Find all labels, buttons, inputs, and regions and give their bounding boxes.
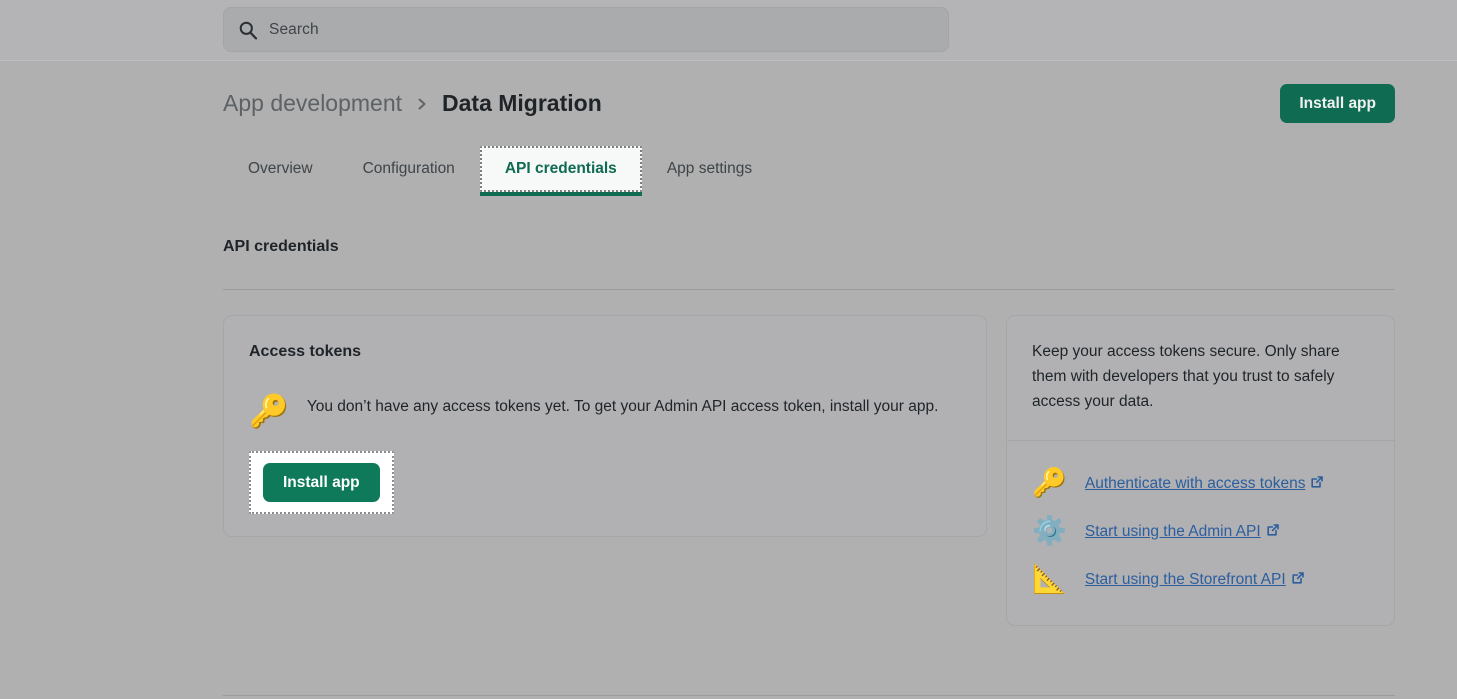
install-app-button-focus-ring: Install app [249,451,394,514]
tab-api-credentials[interactable]: API credentials [480,146,642,192]
chevron-right-icon [415,97,429,111]
list-item[interactable]: 📐 Start using the Storefront API [1032,555,1369,603]
tab-configuration[interactable]: Configuration [338,146,480,192]
top-bar: Search [0,0,1457,61]
external-link-icon [1266,521,1280,535]
resource-links: 🔑 Authenticate with access tokens ⚙️ Sta… [1007,441,1394,625]
page-header: App development Data Migration Install a… [223,84,1395,123]
page-body: App development Data Migration Install a… [0,62,1457,699]
list-item[interactable]: ⚙️ Start using the Admin API [1032,507,1369,555]
link-authenticate-with-access-tokens[interactable]: Authenticate with access tokens [1085,472,1325,495]
link-start-using-the-admin-api[interactable]: Start using the Admin API [1085,520,1280,543]
search-input[interactable]: Search [223,7,949,52]
content-area: Access tokens 🔑 You don’t have any acces… [223,315,1395,626]
page-bottom-divider [223,695,1395,696]
security-note: Keep your access tokens secure. Only sha… [1007,316,1394,440]
list-item[interactable]: 🔑 Authenticate with access tokens [1032,459,1369,507]
install-app-button-header[interactable]: Install app [1280,84,1395,123]
link-label: Authenticate with access tokens [1085,475,1306,492]
tab-app-settings[interactable]: App settings [642,146,777,192]
external-link-icon [1310,473,1324,487]
link-label: Start using the Admin API [1085,523,1261,540]
triangular-ruler-icon: 📐 [1032,565,1067,593]
security-info-card: Keep your access tokens secure. Only sha… [1006,315,1395,626]
link-label: Start using the Storefront API [1085,571,1286,588]
page-title: Data Migration [442,91,602,116]
key-icon: 🔑 [249,395,289,427]
link-start-using-the-storefront-api[interactable]: Start using the Storefront API [1085,568,1305,591]
section-title: API credentials [223,238,339,256]
search-icon [238,20,258,40]
section-divider [223,289,1395,290]
external-link-icon [1291,569,1305,583]
empty-state-message: You don’t have any access tokens yet. To… [307,394,939,419]
key-icon: 🔑 [1032,469,1067,497]
access-tokens-card: Access tokens 🔑 You don’t have any acces… [223,315,987,537]
breadcrumb-parent-link[interactable]: App development [223,91,402,116]
access-tokens-heading: Access tokens [249,342,961,361]
search-placeholder: Search [269,22,319,38]
breadcrumb: App development Data Migration [223,91,602,116]
tab-overview[interactable]: Overview [223,146,338,192]
tab-bar: Overview Configuration API credentials A… [223,146,1395,193]
gear-icon: ⚙️ [1032,517,1067,545]
empty-state-row: 🔑 You don’t have any access tokens yet. … [249,394,961,427]
install-app-button-card[interactable]: Install app [263,463,380,502]
